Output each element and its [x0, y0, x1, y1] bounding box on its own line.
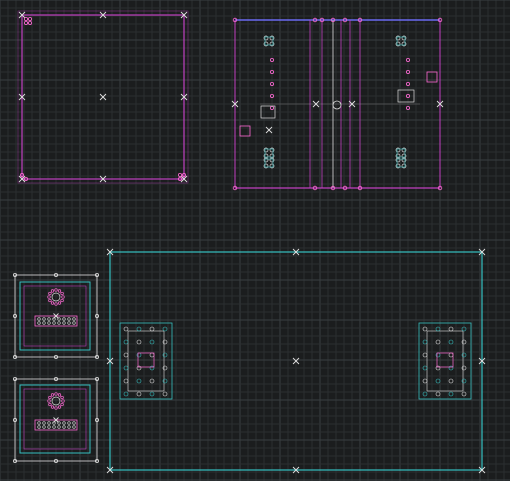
connector-pin	[136, 378, 142, 384]
pad	[263, 147, 269, 153]
connector-pin	[435, 378, 441, 384]
module-small-top[interactable]	[12, 272, 100, 359]
chip-pin	[57, 393, 62, 397]
chip-pin	[48, 291, 52, 296]
pad	[263, 41, 269, 47]
header-pin	[72, 321, 76, 325]
connector-pin	[123, 378, 129, 384]
header-pin	[67, 425, 71, 429]
connector-pin	[435, 391, 441, 397]
chip-pin	[50, 393, 55, 397]
connector-pin	[162, 352, 168, 358]
pad-keepout	[396, 36, 406, 46]
pad	[263, 163, 269, 169]
fan-hub[interactable]	[332, 100, 342, 110]
chip-pin	[48, 395, 52, 400]
header-pin	[67, 321, 71, 325]
chip-pin	[57, 289, 62, 293]
pad	[401, 163, 407, 169]
connector-pin	[448, 378, 454, 384]
connector-pin	[123, 391, 129, 397]
header-pin	[52, 321, 56, 325]
board-square-magenta[interactable]	[17, 10, 189, 184]
connector-pin	[136, 352, 142, 358]
connector-pin	[448, 391, 454, 397]
snap-dot	[27, 16, 32, 21]
header-pin	[72, 425, 76, 429]
snap-dot	[23, 16, 28, 21]
connector-body	[127, 330, 165, 392]
connector-pin	[435, 339, 441, 345]
pad	[395, 35, 401, 41]
pad-keepout	[396, 148, 406, 158]
chip-pin	[48, 402, 52, 407]
chip-pin	[60, 395, 64, 400]
header-pin	[42, 425, 46, 429]
pad	[401, 153, 407, 159]
header-pin	[52, 425, 56, 429]
header-pin	[42, 321, 46, 325]
connector-pin	[162, 391, 168, 397]
chip-pin	[60, 298, 64, 303]
connector-pin	[448, 339, 454, 345]
connector-pin	[435, 352, 441, 358]
chip-pin	[60, 402, 64, 407]
connector-pin	[123, 352, 129, 358]
drawing-canvas[interactable]	[0, 0, 510, 481]
pad	[395, 41, 401, 47]
large-board-connector-right[interactable]	[418, 322, 472, 400]
pad	[395, 163, 401, 169]
pad	[401, 147, 407, 153]
connector-pin	[123, 339, 129, 345]
header-pin	[57, 321, 61, 325]
chip-pin	[48, 298, 52, 303]
connector-pin	[136, 339, 142, 345]
pad	[401, 35, 407, 41]
pad	[263, 153, 269, 159]
pad	[263, 35, 269, 41]
connector-pin	[162, 339, 168, 345]
chip-pin	[50, 289, 55, 293]
large-board-connector-left[interactable]	[119, 322, 173, 400]
pad	[395, 147, 401, 153]
connector-pin	[448, 352, 454, 358]
cad-viewport[interactable]	[0, 0, 510, 481]
pad	[401, 41, 407, 47]
chip-pin	[60, 291, 64, 296]
header-pin	[57, 425, 61, 429]
connector-pin	[162, 378, 168, 384]
square-snap-points	[18, 11, 188, 183]
pad	[395, 153, 401, 159]
connector-pin	[136, 391, 142, 397]
